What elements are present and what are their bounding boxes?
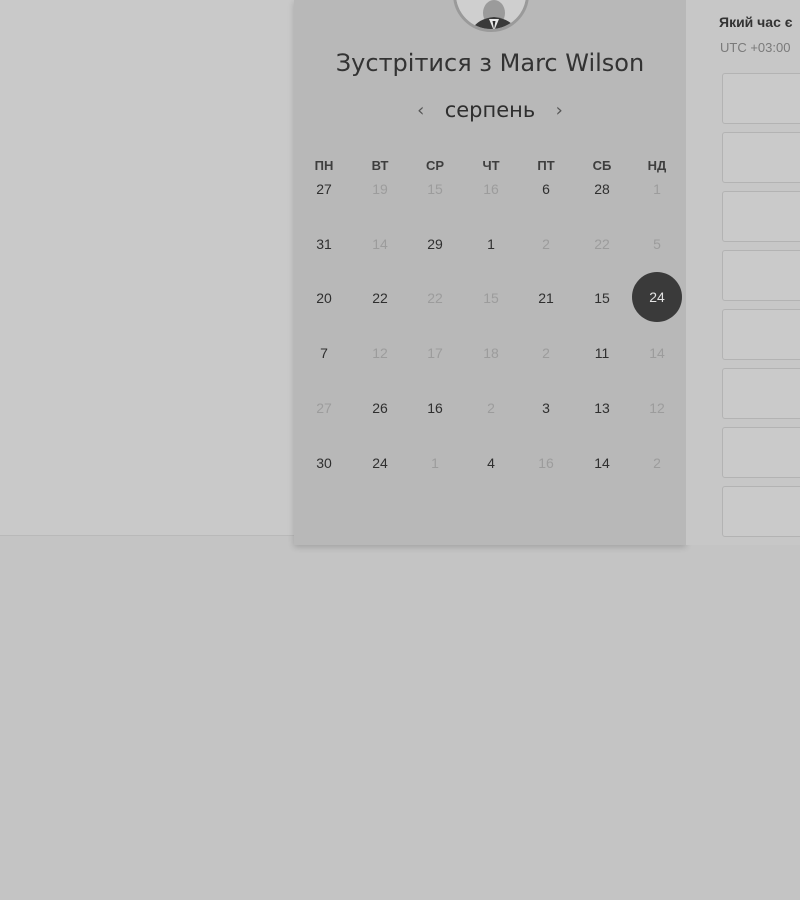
time-slot-button[interactable] bbox=[722, 309, 800, 360]
calendar-day: 17 bbox=[427, 345, 443, 361]
timezone-label[interactable]: UTC +03:00 bbox=[720, 40, 790, 55]
calendar-day[interactable]: 13 bbox=[577, 383, 627, 433]
time-slot-button[interactable] bbox=[722, 73, 800, 124]
calendar-day[interactable]: 26 bbox=[355, 383, 405, 433]
month-label: серпень bbox=[444, 98, 536, 122]
calendar-day: 2 bbox=[542, 236, 550, 252]
calendar-day[interactable]: 24 bbox=[355, 438, 405, 488]
calendar-day: 15 bbox=[483, 290, 499, 306]
calendar-day: 16 bbox=[538, 455, 554, 471]
calendar-day: 12 bbox=[649, 400, 665, 416]
calendar-day[interactable]: 11 bbox=[577, 328, 627, 378]
calendar-day: 19 bbox=[372, 181, 388, 197]
calendar-day: 15 bbox=[427, 181, 443, 197]
calendar-day: 5 bbox=[653, 236, 661, 252]
calendar-day[interactable]: 28 bbox=[577, 164, 627, 214]
calendar-day: 22 bbox=[594, 236, 610, 252]
calendar-day: 22 bbox=[427, 290, 443, 306]
time-slot-button[interactable] bbox=[722, 427, 800, 478]
calendar-day: 1 bbox=[653, 181, 661, 197]
time-slot-button[interactable] bbox=[722, 368, 800, 419]
calendar-day[interactable]: 29 bbox=[410, 219, 460, 269]
time-slot-button[interactable] bbox=[722, 191, 800, 242]
calendar-day[interactable]: 27 bbox=[299, 164, 349, 214]
calendar-day: 14 bbox=[649, 345, 665, 361]
chevron-left-icon[interactable]: ‹ bbox=[411, 100, 431, 121]
calendar-day[interactable]: 21 bbox=[521, 273, 571, 323]
time-slot-button[interactable] bbox=[722, 486, 800, 537]
calendar-day[interactable]: 3 bbox=[521, 383, 571, 433]
page: Зустрітися з Marc Wilson ‹ серпень › Яки… bbox=[0, 0, 800, 900]
calendar-day: 12 bbox=[372, 345, 388, 361]
calendar-day[interactable]: 15 bbox=[577, 273, 627, 323]
calendar-day: 27 bbox=[316, 400, 332, 416]
time-slot-button[interactable] bbox=[722, 250, 800, 301]
month-navigation: ‹ серпень › bbox=[294, 96, 686, 124]
calendar-day[interactable]: 16 bbox=[410, 383, 460, 433]
calendar-day: 2 bbox=[653, 455, 661, 471]
meeting-title: Зустрітися з Marc Wilson bbox=[335, 49, 645, 77]
calendar-day: 14 bbox=[372, 236, 388, 252]
calendar-day[interactable]: 20 bbox=[299, 273, 349, 323]
calendar-day-selected[interactable]: 24 bbox=[632, 272, 682, 322]
calendar-day: 18 bbox=[483, 345, 499, 361]
background-band bbox=[0, 0, 294, 536]
calendar-day: 1 bbox=[431, 455, 439, 471]
calendar-day: 2 bbox=[487, 400, 495, 416]
calendar-day[interactable]: 1 bbox=[466, 219, 516, 269]
calendar-day: 2 bbox=[542, 345, 550, 361]
calendar-day[interactable]: 30 bbox=[299, 438, 349, 488]
time-slot-button[interactable] bbox=[722, 132, 800, 183]
calendar-day: 16 bbox=[483, 181, 499, 197]
chevron-right-icon[interactable]: › bbox=[549, 100, 569, 121]
calendar-day[interactable]: 4 bbox=[466, 438, 516, 488]
time-panel-title: Який час є bbox=[719, 14, 793, 30]
calendar-day[interactable]: 7 bbox=[299, 328, 349, 378]
calendar-day[interactable]: 6 bbox=[521, 164, 571, 214]
calendar-day[interactable]: 14 bbox=[577, 438, 627, 488]
calendar-day[interactable]: 22 bbox=[355, 273, 405, 323]
calendar-day[interactable]: 31 bbox=[299, 219, 349, 269]
